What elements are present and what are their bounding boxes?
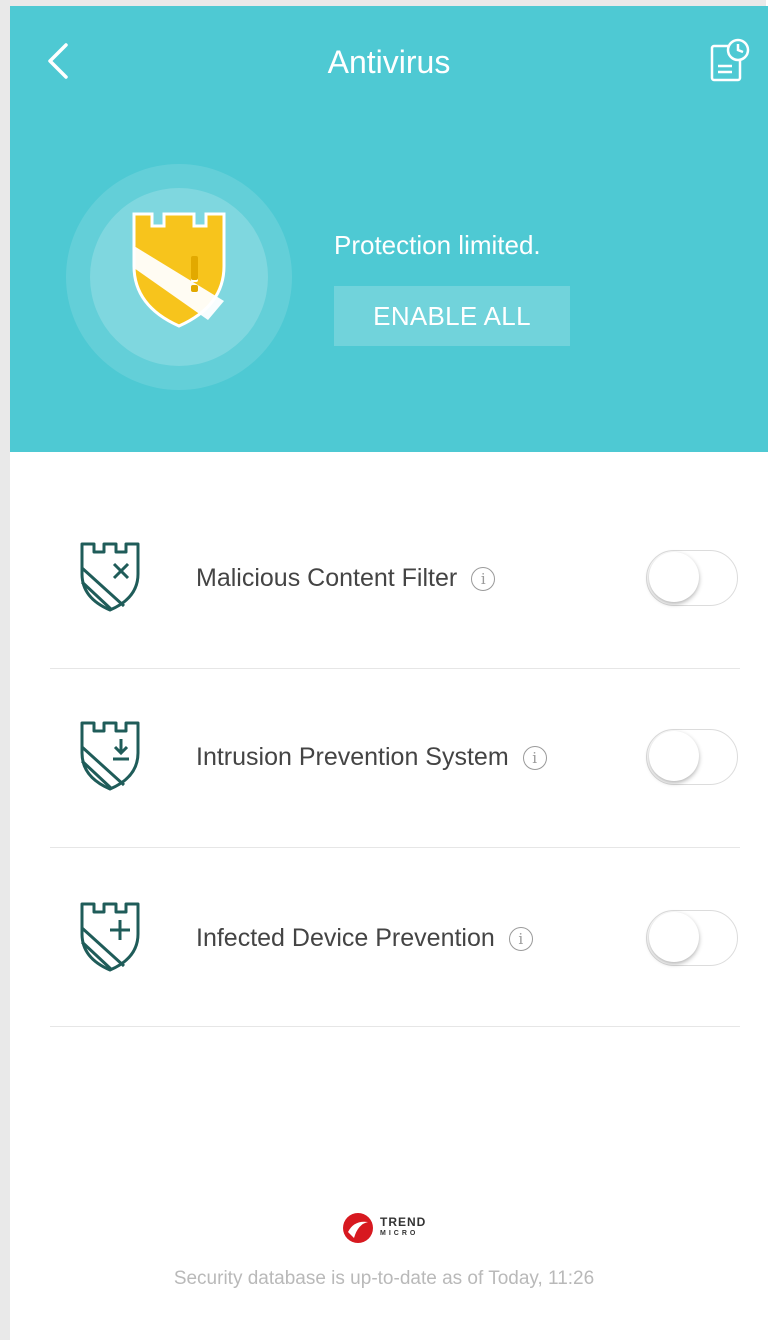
trend-micro-logo-icon — [343, 1213, 373, 1243]
toggle-knob — [649, 912, 699, 962]
document-clock-icon — [710, 38, 750, 82]
shield-download-icon — [80, 721, 140, 791]
shield-plus-icon — [80, 902, 140, 972]
info-icon[interactable]: i — [508, 926, 533, 951]
shield-status-ring — [66, 164, 292, 390]
history-log-button[interactable] — [708, 36, 752, 86]
infected-device-prevention-toggle[interactable] — [646, 910, 738, 966]
page-title: Antivirus — [327, 44, 451, 80]
malicious-content-filter-toggle[interactable] — [646, 550, 738, 606]
logo-subtext: MICRO — [380, 1230, 419, 1237]
shield-x-icon — [80, 542, 140, 612]
trend-micro-logo: TREND MICRO — [342, 1212, 426, 1244]
list-item: Infected Device Prevention i — [50, 848, 740, 1027]
feature-label: Intrusion Prevention System — [196, 743, 509, 771]
protection-status: Protection limited. — [334, 230, 541, 260]
list-item: Intrusion Prevention System i — [50, 669, 740, 848]
info-icon[interactable]: i — [522, 745, 547, 770]
antivirus-header: Antivirus Protection limited. ENABLE ALL — [10, 6, 768, 452]
enable-all-button[interactable]: ENABLE ALL — [334, 286, 570, 346]
logo-text: TREND — [380, 1215, 427, 1229]
database-status: Security database is up-to-date as of To… — [173, 1268, 595, 1289]
shield-warning-icon — [132, 212, 226, 328]
intrusion-prevention-toggle[interactable] — [646, 729, 738, 785]
feature-label: Infected Device Prevention — [196, 924, 495, 952]
feature-label: Malicious Content Filter — [196, 564, 458, 592]
toggle-knob — [649, 552, 699, 602]
feature-list: Malicious Content Filter i Intrusion Pre… — [10, 452, 768, 1027]
list-item: Malicious Content Filter i — [50, 452, 740, 669]
toggle-knob — [649, 731, 699, 781]
info-icon[interactable]: i — [471, 566, 496, 591]
